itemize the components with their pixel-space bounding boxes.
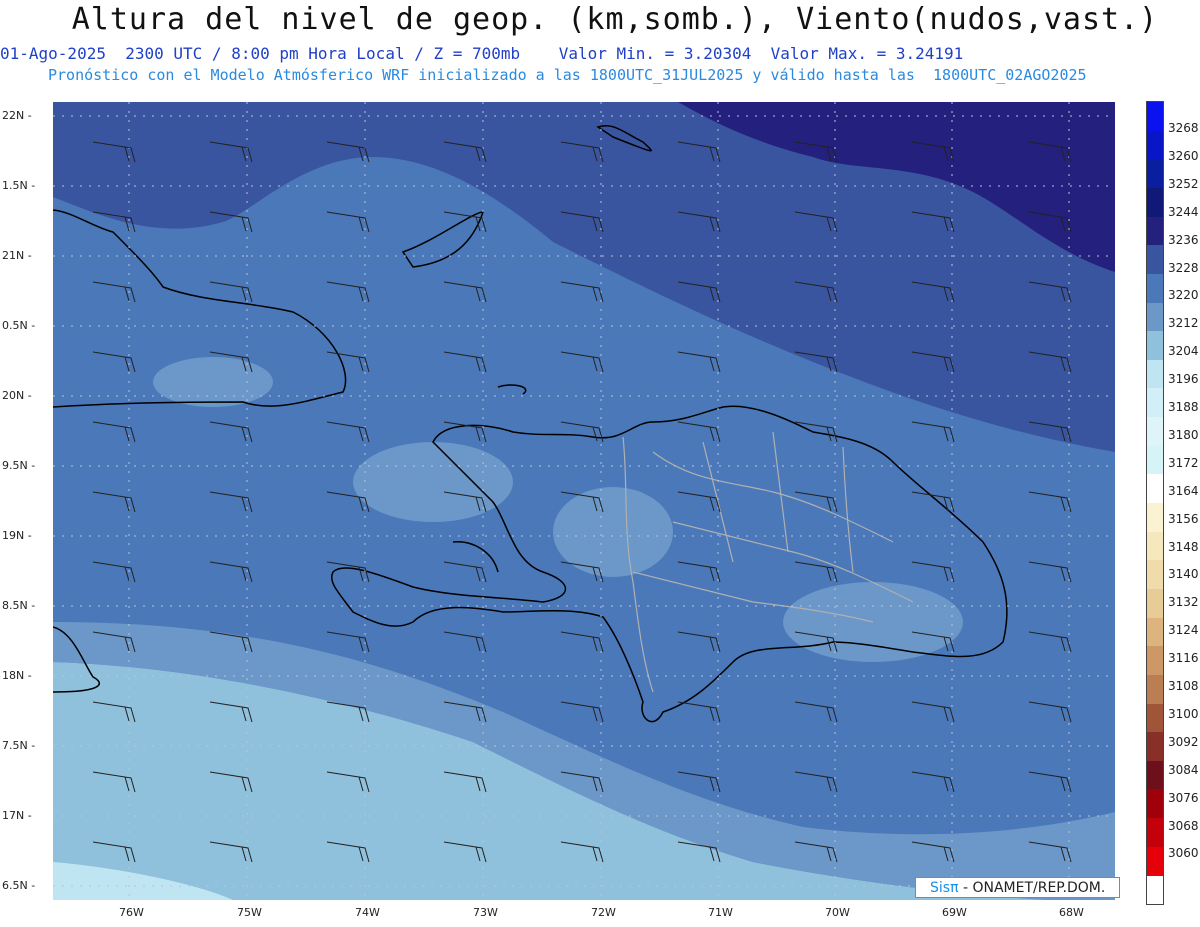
colorbar-label: 3220 bbox=[1168, 288, 1199, 303]
colorbar-cell bbox=[1147, 732, 1163, 762]
colorbar-cell bbox=[1147, 646, 1163, 676]
colorbar-cell bbox=[1147, 187, 1163, 218]
colorbar-label: 3180 bbox=[1168, 427, 1199, 442]
colorbar-label: 3212 bbox=[1168, 316, 1199, 331]
colorbar-cell bbox=[1147, 474, 1163, 504]
colorbar-label: 3268 bbox=[1168, 121, 1199, 135]
colorbar-cell bbox=[1147, 331, 1163, 361]
colorbar-cell bbox=[1147, 159, 1163, 189]
colorbar-cell bbox=[1147, 560, 1163, 590]
colorbar-cell bbox=[1147, 789, 1163, 820]
colorbar-label: 3084 bbox=[1168, 762, 1199, 777]
colorbar-cell bbox=[1147, 417, 1163, 447]
colorbar-label: 3252 bbox=[1168, 176, 1199, 191]
lat-label: 0.5N - bbox=[2, 319, 36, 332]
lat-label: 6.5N - bbox=[2, 879, 36, 892]
colorbar-label: 3116 bbox=[1168, 651, 1199, 666]
colorbar-cell bbox=[1147, 130, 1163, 161]
lon-label: 72W bbox=[591, 906, 616, 919]
colorbar-cell bbox=[1147, 674, 1163, 705]
lon-label: 76W bbox=[119, 906, 144, 919]
colorbar-label: 3092 bbox=[1168, 734, 1199, 749]
colorbar-label: 3172 bbox=[1168, 455, 1199, 470]
colorbar-cell bbox=[1147, 846, 1163, 877]
lon-label: 71W bbox=[708, 906, 733, 919]
colorbar-cell bbox=[1147, 818, 1163, 848]
colorbar-cell bbox=[1147, 359, 1163, 390]
colorbar-cell bbox=[1147, 388, 1163, 419]
colorbar-cell bbox=[1147, 503, 1163, 533]
colorbar-cell bbox=[1147, 760, 1163, 791]
lon-label: 68W bbox=[1059, 906, 1084, 919]
colorbar-cell bbox=[1147, 588, 1163, 619]
colorbar-cell bbox=[1147, 102, 1163, 132]
colorbar-label: 3068 bbox=[1168, 818, 1199, 833]
lon-label: 69W bbox=[942, 906, 967, 919]
colorbar-label: 3196 bbox=[1168, 372, 1199, 387]
colorbar-label: 3244 bbox=[1168, 204, 1199, 219]
colorbar-cell bbox=[1147, 445, 1163, 476]
colorbar-cell bbox=[1147, 245, 1163, 275]
lat-label: 8.5N - bbox=[2, 599, 36, 612]
colorbar-cell bbox=[1147, 703, 1163, 734]
forecast-map bbox=[53, 102, 1115, 900]
colorbar-label: 3204 bbox=[1168, 344, 1199, 359]
lon-label: 74W bbox=[355, 906, 380, 919]
colorbar-cell bbox=[1147, 531, 1163, 562]
lon-label: 73W bbox=[473, 906, 498, 919]
credit-text: - ONAMET/REP.DOM. bbox=[958, 880, 1106, 896]
model-info-line: Pronóstico con el Modelo Atmósferico WRF… bbox=[48, 66, 1087, 84]
credit-box: Sisπ - ONAMET/REP.DOM. bbox=[915, 877, 1120, 898]
lat-label: 18N - bbox=[2, 669, 32, 682]
colorbar-label: 3100 bbox=[1168, 706, 1199, 721]
colorbar-cell bbox=[1147, 617, 1163, 648]
valid-time-line: 01-Ago-2025 2300 UTC / 8:00 pm Hora Loca… bbox=[0, 44, 964, 63]
colorbar-label: 3108 bbox=[1168, 679, 1199, 693]
colorbar-cell bbox=[1147, 302, 1163, 333]
credit-brand: Sisπ bbox=[930, 880, 959, 896]
colorbar-label: 3060 bbox=[1168, 846, 1199, 861]
lat-label: 9.5N - bbox=[2, 459, 36, 472]
colorbar-cell bbox=[1147, 216, 1163, 247]
colorbar-label: 3148 bbox=[1168, 539, 1199, 554]
lat-label: 1.5N - bbox=[2, 179, 36, 192]
colorbar-label: 3156 bbox=[1168, 511, 1199, 526]
lon-label: 70W bbox=[825, 906, 850, 919]
lat-label: 17N - bbox=[2, 809, 32, 822]
colorbar bbox=[1146, 101, 1164, 905]
lat-label: 19N - bbox=[2, 529, 32, 542]
colorbar-label: 3140 bbox=[1168, 567, 1199, 582]
lat-label: 22N - bbox=[2, 109, 32, 122]
colorbar-label: 3228 bbox=[1168, 260, 1199, 275]
lon-label: 75W bbox=[237, 906, 262, 919]
colorbar-label: 3164 bbox=[1168, 483, 1199, 498]
colorbar-label: 3124 bbox=[1168, 623, 1199, 638]
colorbar-cell bbox=[1147, 273, 1163, 304]
colorbar-label: 3188 bbox=[1168, 400, 1199, 414]
colorbar-label: 3260 bbox=[1168, 148, 1199, 163]
map-title: Altura del nivel de geop. (km,somb.), Vi… bbox=[71, 2, 1159, 37]
lat-label: 20N - bbox=[2, 389, 32, 402]
colorbar-label: 3236 bbox=[1168, 232, 1199, 247]
colorbar-label: 3132 bbox=[1168, 595, 1199, 610]
colorbar-label: 3076 bbox=[1168, 790, 1199, 805]
lat-label: 21N - bbox=[2, 249, 32, 262]
lat-label: 7.5N - bbox=[2, 739, 36, 752]
